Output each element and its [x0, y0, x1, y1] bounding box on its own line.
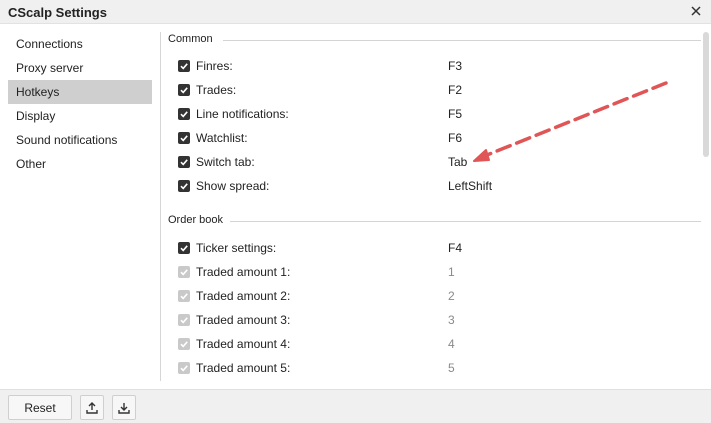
download-icon	[117, 401, 131, 415]
hotkey-row-switch-tab: Switch tab: Tab	[178, 151, 698, 175]
section-divider-order-book	[230, 221, 701, 222]
line-notifications-checkbox[interactable]	[178, 108, 190, 120]
hotkey-row-trades: Trades: F2	[178, 79, 698, 103]
hotkey-row-watchlist: Watchlist: F6	[178, 127, 698, 151]
hotkey-row-line-notifications: Line notifications: F5	[178, 103, 698, 127]
section-title-common: Common	[168, 33, 213, 45]
hotkey-label: Traded amount 2:	[196, 289, 291, 303]
hotkey-label: Traded amount 3:	[196, 313, 291, 327]
sidebar-item-proxy-server[interactable]: Proxy server	[8, 56, 152, 80]
hotkey-label: Line notifications:	[196, 107, 289, 121]
hotkeys-panel: Common Finres: F3 Trades: F2 Line notifi…	[161, 24, 703, 389]
hotkey-value[interactable]: F6	[448, 131, 462, 145]
hotkey-value: 3	[448, 313, 455, 327]
hotkey-row-ticker-settings: Ticker settings: F4	[178, 237, 698, 261]
sidebar-item-connections[interactable]: Connections	[8, 32, 152, 56]
section-divider-common	[223, 40, 701, 41]
hotkey-value: 2	[448, 289, 455, 303]
traded-amount-5-checkbox	[178, 362, 190, 374]
hotkey-label: Traded amount 1:	[196, 265, 291, 279]
import-button[interactable]	[112, 395, 136, 420]
hotkey-label: Trades:	[196, 83, 237, 97]
hotkey-row-finres: Finres: F3	[178, 55, 698, 79]
reset-button-label: Reset	[24, 400, 56, 415]
title-bar: CScalp Settings	[0, 0, 711, 24]
hotkey-value[interactable]: F3	[448, 59, 462, 73]
close-icon[interactable]	[687, 2, 705, 20]
hotkey-row-show-spread: Show spread: LeftShift	[178, 175, 698, 199]
upload-icon	[85, 401, 99, 415]
trades-checkbox[interactable]	[178, 84, 190, 96]
hotkey-row-traded-amount-2: Traded amount 2: 2	[178, 285, 698, 309]
traded-amount-4-checkbox	[178, 338, 190, 350]
window-title: CScalp Settings	[8, 5, 107, 20]
hotkey-label: Traded amount 4:	[196, 337, 291, 351]
hotkey-label: Watchlist:	[196, 131, 248, 145]
hotkey-label: Traded amount 5:	[196, 361, 291, 375]
hotkey-label: Show spread:	[196, 179, 270, 193]
hotkey-value: 1	[448, 265, 455, 279]
hotkey-value[interactable]: Tab	[448, 155, 467, 169]
sidebar-item-sound-notifications[interactable]: Sound notifications	[8, 128, 152, 152]
section-title-order-book: Order book	[168, 214, 224, 226]
export-button[interactable]	[80, 395, 104, 420]
hotkey-row-traded-amount-1: Traded amount 1: 1	[178, 261, 698, 285]
hotkey-value[interactable]: F2	[448, 83, 462, 97]
sidebar-item-hotkeys[interactable]: Hotkeys	[8, 80, 152, 104]
finres-checkbox[interactable]	[178, 60, 190, 72]
watchlist-checkbox[interactable]	[178, 132, 190, 144]
settings-footer: Reset	[0, 389, 711, 423]
show-spread-checkbox[interactable]	[178, 180, 190, 192]
settings-sidebar: Connections Proxy server Hotkeys Display…	[0, 24, 160, 389]
scrollbar-thumb[interactable]	[703, 32, 709, 157]
sidebar-item-display[interactable]: Display	[8, 104, 152, 128]
hotkey-value: 5	[448, 361, 455, 375]
switch-tab-checkbox[interactable]	[178, 156, 190, 168]
hotkey-row-traded-amount-5: Traded amount 5: 5	[178, 357, 698, 381]
hotkey-label: Finres:	[196, 59, 233, 73]
ticker-settings-checkbox[interactable]	[178, 242, 190, 254]
hotkey-label: Switch tab:	[196, 155, 255, 169]
sidebar-item-other[interactable]: Other	[8, 152, 152, 176]
hotkey-row-traded-amount-4: Traded amount 4: 4	[178, 333, 698, 357]
hotkey-value[interactable]: LeftShift	[448, 179, 492, 193]
hotkey-label: Ticker settings:	[196, 241, 277, 255]
traded-amount-1-checkbox	[178, 266, 190, 278]
traded-amount-2-checkbox	[178, 290, 190, 302]
traded-amount-3-checkbox	[178, 314, 190, 326]
hotkey-row-traded-amount-3: Traded amount 3: 3	[178, 309, 698, 333]
reset-button[interactable]: Reset	[8, 395, 72, 420]
hotkey-value[interactable]: F4	[448, 241, 462, 255]
hotkey-value: 4	[448, 337, 455, 351]
hotkey-value[interactable]: F5	[448, 107, 462, 121]
